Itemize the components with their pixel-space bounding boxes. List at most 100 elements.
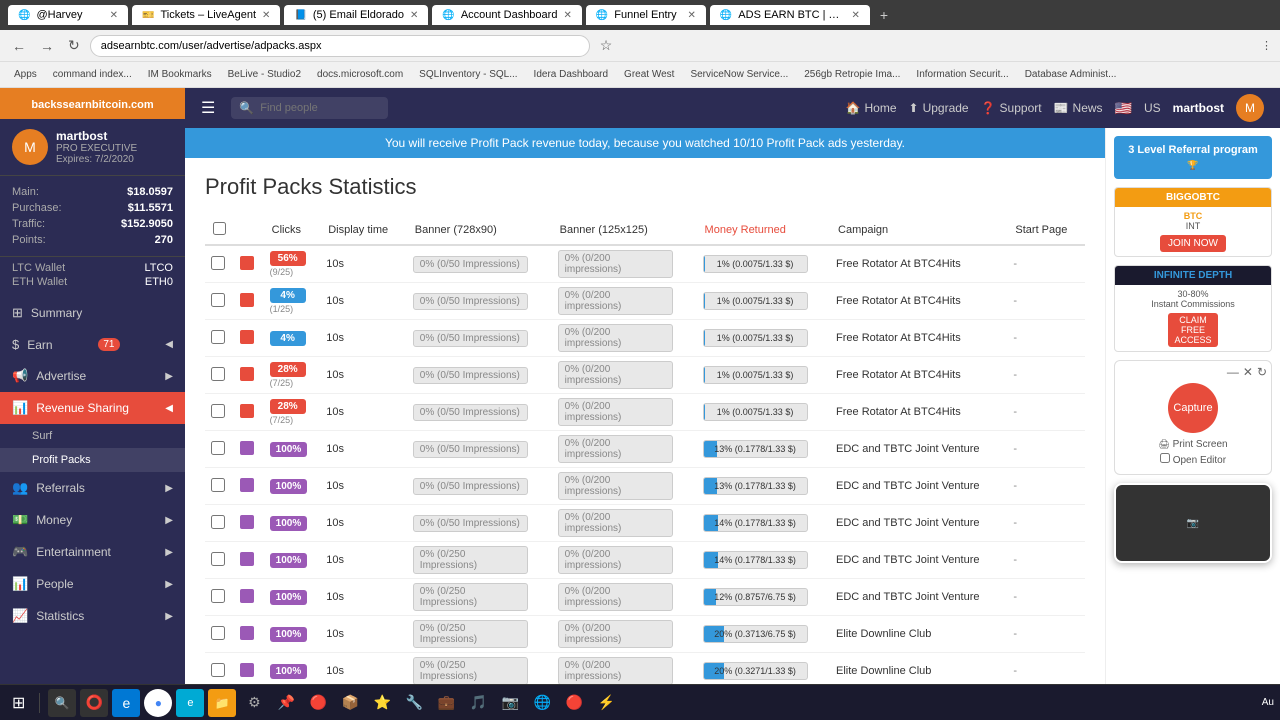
sidebar-item-surf[interactable]: Surf [0,424,185,448]
taskbar-app11[interactable]: 🔧 [400,689,428,717]
ad-join-button[interactable]: JOIN NOW [1160,235,1226,252]
sidebar-item-profitpacks[interactable]: Profit Packs [0,448,185,472]
claim-button[interactable]: CLAIMFREEACCESS [1168,313,1217,347]
tab-close-adsbtc[interactable]: ✕ [851,10,859,21]
bookmark-dbadmin[interactable]: Database Administ... [1019,67,1123,82]
sidebar-item-money[interactable]: 💵 Money ▶ [0,504,185,536]
sidebar-item-statistics[interactable]: 📈 Statistics ▶ [0,600,185,632]
bookmark-infosec[interactable]: Information Securit... [910,67,1014,82]
row-checkbox[interactable] [211,256,225,270]
bookmark-greatwest[interactable]: Great West [618,67,680,82]
referral-banner[interactable]: 3 Level Referral program 🏆 [1114,136,1272,179]
bookmark-commandindex[interactable]: command index... [47,67,138,82]
news-button[interactable]: 📰 News [1054,101,1103,115]
tab-close-harvey[interactable]: ✕ [110,10,118,21]
row-checkbox[interactable] [211,589,225,603]
taskbar-search-icon[interactable]: 🔍 [48,689,76,717]
row-checkbox[interactable] [211,367,225,381]
menu-button[interactable]: ⋮ [1261,39,1272,52]
topnav-search[interactable]: 🔍 [231,97,388,119]
sidebar-item-referrals[interactable]: 👥 Referrals ▶ [0,472,185,504]
taskbar-app15[interactable]: 🌐 [528,689,556,717]
capture-button[interactable]: Capture [1168,383,1218,433]
col-banner2[interactable]: Banner (125x125) [552,216,697,245]
region-label[interactable]: US [1144,101,1161,115]
tab-close-account[interactable]: ✕ [563,10,571,21]
row-checkbox[interactable] [211,626,225,640]
taskbar-folder-icon[interactable]: 📁 [208,689,236,717]
tab-liveagent[interactable]: 🎫 Tickets – LiveAgent ✕ [132,5,280,25]
sidebar-item-advertise[interactable]: 📢 Advertise ▶ [0,360,185,392]
row-checkbox[interactable] [211,515,225,529]
refresh-button[interactable]: ↻ [64,35,84,56]
row-checkbox[interactable] [211,404,225,418]
taskbar-app7[interactable]: 📌 [272,689,300,717]
row-checkbox[interactable] [211,441,225,455]
taskbar-cortana-icon[interactable]: ⭕ [80,689,108,717]
sidebar-logo[interactable]: backssearnbitcoin.com [0,88,185,119]
address-bar[interactable] [90,35,590,57]
search-input[interactable] [260,102,380,114]
tab-close-email[interactable]: ✕ [410,10,418,21]
col-clicks[interactable]: Clicks [264,216,321,245]
editor-checkbox[interactable] [1160,453,1170,463]
upgrade-button[interactable]: ⬆ Upgrade [909,101,969,115]
taskbar-app9[interactable]: 📦 [336,689,364,717]
bookmark-apps[interactable]: Apps [8,67,43,82]
back-button[interactable]: ← [8,36,30,56]
bookmark-button[interactable]: ☆ [596,35,617,56]
taskbar-app14[interactable]: 📷 [496,689,524,717]
forward-button[interactable]: → [36,36,58,56]
tab-harvey[interactable]: 🌐 @Harvey ✕ [8,5,128,25]
taskbar-app17[interactable]: ⚡ [592,689,620,717]
bookmark-imbookmarks[interactable]: IM Bookmarks [142,67,218,82]
bookmark-sql[interactable]: SQLInventory - SQL... [413,67,523,82]
taskbar-ie-icon[interactable]: e [176,689,204,717]
bookmark-servicenow[interactable]: ServiceNow Service... [684,67,794,82]
tab-account[interactable]: 🌐 Account Dashboard ✕ [432,5,581,25]
taskbar-settings-icon[interactable]: ⚙ [240,689,268,717]
bookmark-idera[interactable]: Idera Dashboard [528,67,615,82]
select-all-checkbox[interactable] [213,222,226,235]
taskbar-app13[interactable]: 🎵 [464,689,492,717]
taskbar-app8[interactable]: 🔴 [304,689,332,717]
col-campaign[interactable]: Campaign [830,216,1007,245]
tab-funnel[interactable]: 🌐 Funnel Entry ✕ [586,5,706,25]
open-editor-button[interactable]: Open Editor [1123,453,1263,466]
taskbar-app16[interactable]: 🔴 [560,689,588,717]
taskbar-edge-icon[interactable]: e [112,689,140,717]
sidebar-item-people[interactable]: 📊 People ▶ [0,568,185,600]
ad-banner-biggo[interactable]: BIGGOBTC BTC INT JOIN NOW [1114,187,1272,257]
start-button[interactable]: ⊞ [6,691,31,715]
widget-close[interactable]: ✕ [1243,365,1253,379]
new-tab-button[interactable]: + [874,7,894,23]
tab-email-eldorado[interactable]: 📘 (5) Email Eldorado ✕ [284,5,428,25]
tab-close-funnel[interactable]: ✕ [687,10,695,21]
col-money[interactable]: Money Returned [697,216,830,245]
bookmark-256gb[interactable]: 256gb Retropie Ima... [798,67,906,82]
tab-adsbtc[interactable]: 🌐 ADS EARN BTC | The All-in-one... ✕ [710,5,870,25]
row-checkbox[interactable] [211,552,225,566]
sidebar-item-revenue[interactable]: 📊 Revenue Sharing ◀ [0,392,185,424]
taskbar-chrome-icon[interactable]: ● [144,689,172,717]
widget-refresh[interactable]: ↻ [1257,365,1267,379]
tab-close-liveagent[interactable]: ✕ [262,10,270,21]
home-button[interactable]: 🏠 Home [846,101,897,115]
widget-minimize[interactable]: — [1227,365,1239,379]
sidebar-item-summary[interactable]: ⊞ Summary [0,297,185,329]
bookmark-belive[interactable]: BeLive - Studio2 [222,67,307,82]
taskbar-app12[interactable]: 💼 [432,689,460,717]
row-checkbox[interactable] [211,663,225,677]
col-display-time[interactable]: Display time [320,216,407,245]
taskbar-app10[interactable]: ⭐ [368,689,396,717]
support-button[interactable]: ❓ Support [981,101,1042,115]
sidebar-item-earn[interactable]: $ Earn 71 ◀ [0,329,185,360]
print-screen-button[interactable]: 🖨 Print Screen [1123,439,1263,450]
ad-banner-infinite[interactable]: INFINITE DEPTH 30-80%Instant Commissions… [1114,265,1272,352]
row-checkbox[interactable] [211,478,225,492]
col-start[interactable]: Start Page [1007,216,1085,245]
row-checkbox[interactable] [211,293,225,307]
user-avatar[interactable]: M [1236,94,1264,122]
bookmark-docs[interactable]: docs.microsoft.com [311,67,409,82]
sidebar-item-entertainment[interactable]: 🎮 Entertainment ▶ [0,536,185,568]
